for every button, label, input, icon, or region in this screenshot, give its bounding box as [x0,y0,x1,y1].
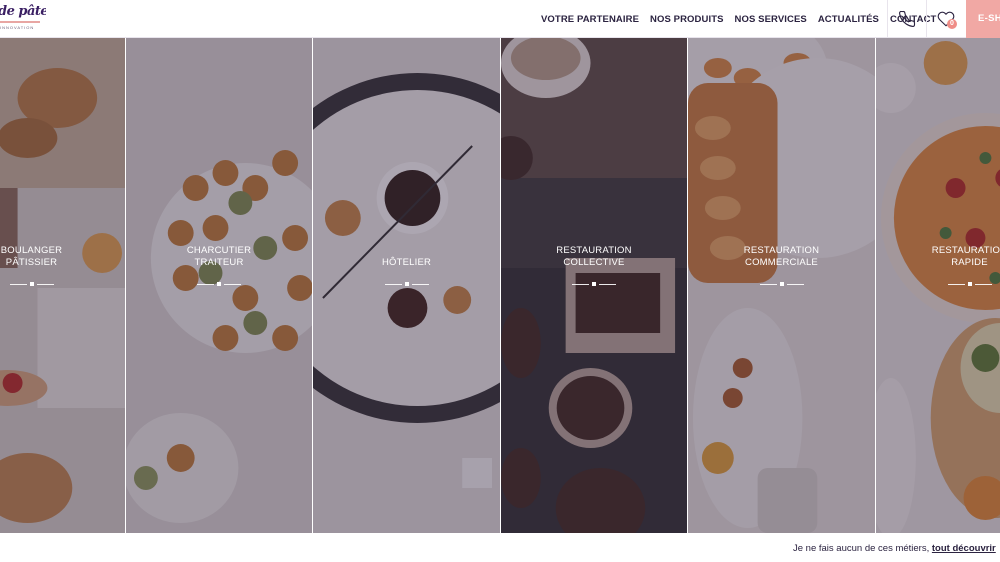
favorites-button[interactable]: 0 [926,0,965,38]
panel-title-line: HÔTELIER [381,257,432,268]
panel-title: RESTAURATION RAPIDE [876,245,1000,269]
favorites-count-badge: 0 [947,19,957,29]
panel-divider [572,282,616,286]
panel-restauration-commerciale[interactable]: RESTAURATION COMMERCIALE [688,38,876,533]
eshop-label: E-SHOP [978,13,1000,24]
nav-item-actualites[interactable]: ACTUALITÉS [818,14,879,25]
nav-item-nos-services[interactable]: NOS SERVICES [735,14,807,25]
profession-panels: BOULANGER PÂTISSIER CHARCUTIER TRAITEUR … [0,38,1000,533]
panel-title-line: CHARCUTIER [186,245,252,256]
phone-button[interactable] [887,0,926,38]
panel-title-line: PÂTISSIER [5,257,58,268]
main-nav: VOTRE PARTENAIRE NOS PRODUITS NOS SERVIC… [541,0,936,38]
panel-restauration-rapide[interactable]: RESTAURATION RAPIDE [876,38,1000,533]
discover-all-link[interactable]: tout découvrir [932,543,996,554]
logo-underline [0,21,40,23]
panel-title-line: RAPIDE [951,257,988,268]
panel-divider [384,282,429,286]
panel-title-line: TRAITEUR [194,257,244,268]
logo-tagline: INNOVATION [0,25,35,30]
panel-title-line: RESTAURATION [931,245,1000,256]
logo-wordmark: de pâtes [0,4,46,19]
panel-boulanger-patissier[interactable]: BOULANGER PÂTISSIER [0,38,126,533]
panel-title: CHARCUTIER TRAITEUR [126,245,312,269]
panel-divider [759,282,804,286]
panel-title: BOULANGER PÂTISSIER [0,245,125,269]
panel-title-line: COMMERCIALE [745,257,818,268]
phone-icon [899,10,916,27]
panel-hotelier[interactable]: HÔTELIER [313,38,501,533]
panel-charcutier-traiteur[interactable]: CHARCUTIER TRAITEUR [126,38,313,533]
panel-title-line: RESTAURATION [743,245,820,256]
eshop-button[interactable]: E-SHOP [966,0,1000,38]
panel-title-line: COLLECTIVE [563,257,625,268]
site-header: de pâtes INNOVATION VOTRE PARTENAIRE NOS… [0,0,1000,38]
panel-title: RESTAURATION COLLECTIVE [501,245,687,269]
panel-title-line: RESTAURATION [556,245,632,256]
panel-title: HÔTELIER [313,257,500,269]
footer-prompt: Je ne fais aucun de ces métiers, tout dé… [793,543,996,554]
brand-logo[interactable]: de pâtes INNOVATION [0,4,46,32]
panel-title: RESTAURATION COMMERCIALE [688,245,875,269]
footer-bar: Je ne fais aucun de ces métiers, tout dé… [0,533,1000,562]
panel-title-line: BOULANGER [0,245,63,256]
panel-divider [9,282,54,286]
footer-text: Je ne fais aucun de ces métiers, [793,543,930,554]
nav-item-votre-partenaire[interactable]: VOTRE PARTENAIRE [541,14,639,25]
panel-divider [947,282,992,286]
nav-item-nos-produits[interactable]: NOS PRODUITS [650,14,724,25]
panel-restauration-collective[interactable]: RESTAURATION COLLECTIVE [501,38,688,533]
panel-divider [197,282,241,286]
